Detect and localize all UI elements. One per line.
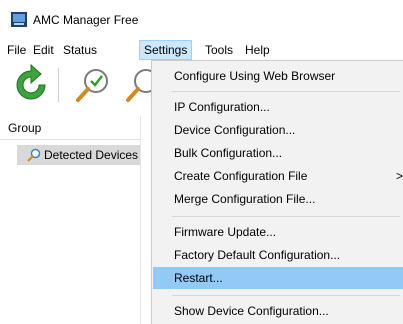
group-header[interactable]: Group [0,116,140,140]
menu-item-restart[interactable]: Restart... [153,267,403,289]
group-pane: Group Detected Devices [0,116,141,324]
menu-item-label: Device Configuration... [174,123,296,137]
menu-item-merge-configuration-file[interactable]: Merge Configuration File... [153,188,403,210]
menu-separator [172,91,400,92]
refresh-icon [16,63,46,100]
menu-edit[interactable]: Edit [33,40,54,60]
settings-dropdown-menu: Configure Using Web Browser IP Configura… [151,60,403,324]
menu-item-label: Bulk Configuration... [174,146,283,160]
discover-check-button[interactable] [72,64,114,106]
menu-item-label: Merge Configuration File... [174,192,316,206]
tree-item-label: Detected Devices [44,148,139,162]
menu-tools[interactable]: Tools [205,40,233,60]
menu-item-show-device-configuration[interactable]: Show Device Configuration... [153,300,403,322]
menu-item-factory-default-configuration[interactable]: Factory Default Configuration... [153,244,403,266]
menu-settings[interactable]: Settings [139,40,193,60]
group-header-label: Group [8,121,42,135]
menu-item-ip-configuration[interactable]: IP Configuration... [153,96,403,118]
menu-item-firmware-update[interactable]: Firmware Update... [153,221,403,243]
menu-item-configure-web-browser[interactable]: Configure Using Web Browser [153,65,403,87]
menu-item-bulk-configuration[interactable]: Bulk Configuration... [153,142,403,164]
menu-bar: File Edit Status Settings Tools Help [0,40,403,60]
menu-item-label: IP Configuration... [174,100,270,114]
menu-item-label: Firmware Update... [174,225,277,239]
menu-item-label: Restart... [174,271,223,285]
title-bar: AMC Manager Free [0,0,403,38]
app-icon [11,12,27,27]
menu-item-create-configuration-file[interactable]: Create Configuration File > [153,165,403,187]
toolbar-separator [58,68,59,102]
window-title: AMC Manager Free [33,13,139,27]
menu-separator [172,216,400,217]
search-icon [27,148,41,162]
menu-file[interactable]: File [7,40,26,60]
menu-separator [172,295,400,296]
menu-item-label: Configure Using Web Browser [174,69,336,83]
search-check-icon [76,69,108,102]
tree-item-detected-devices[interactable]: Detected Devices [17,145,140,165]
menu-help[interactable]: Help [245,40,270,60]
menu-item-label: Factory Default Configuration... [174,248,341,262]
menu-item-label: Create Configuration File [174,169,308,183]
refresh-button[interactable] [10,63,52,106]
chevron-right-icon: > [395,169,403,183]
menu-item-label: Show Device Configuration... [174,304,329,318]
menu-item-device-configuration[interactable]: Device Configuration... [153,119,403,141]
menu-status[interactable]: Status [63,40,97,60]
